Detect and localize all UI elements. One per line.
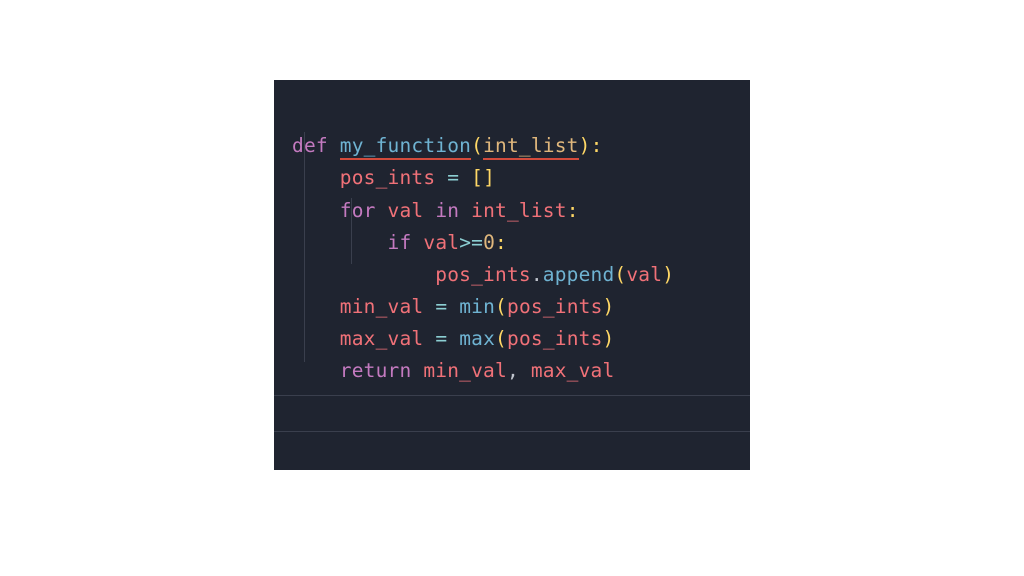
code-editor[interactable]: def my_function(int_list): pos_ints = []… — [274, 80, 750, 470]
keyword-in: in — [435, 199, 459, 222]
indent-guide — [304, 132, 305, 362]
function-name: my_function — [340, 134, 471, 160]
method-append: append — [543, 263, 615, 286]
code-line: max_val = max(pos_ints) — [292, 327, 614, 350]
keyword-if: if — [388, 231, 412, 254]
var-val: val — [388, 199, 424, 222]
line-highlight-bottom — [274, 431, 750, 432]
keyword-def: def — [292, 134, 328, 157]
var-max-val: max_val — [340, 327, 424, 350]
code-line: min_val = min(pos_ints) — [292, 295, 614, 318]
var-pos-ints: pos_ints — [340, 166, 436, 189]
literal-zero: 0 — [483, 231, 495, 254]
code-line: def my_function(int_list): — [292, 134, 603, 160]
code-line: for val in int_list: — [292, 199, 579, 222]
var-int-list: int_list — [471, 199, 567, 222]
code-line: pos_ints = [] — [292, 166, 495, 189]
code-block[interactable]: def my_function(int_list): pos_ints = []… — [292, 98, 750, 420]
keyword-for: for — [340, 199, 376, 222]
builtin-max: max — [459, 327, 495, 350]
line-highlight-top — [274, 395, 750, 396]
code-line: return min_val, max_val — [292, 359, 614, 382]
op-gte: >= — [459, 231, 483, 254]
var-min-val: min_val — [340, 295, 424, 318]
keyword-return: return — [340, 359, 412, 382]
code-line: if val>=0: — [292, 231, 507, 254]
parameter-int-list: int_list — [483, 134, 579, 160]
indent-guide — [351, 198, 352, 264]
builtin-min: min — [459, 295, 495, 318]
code-line: pos_ints.append(val) — [292, 263, 674, 286]
